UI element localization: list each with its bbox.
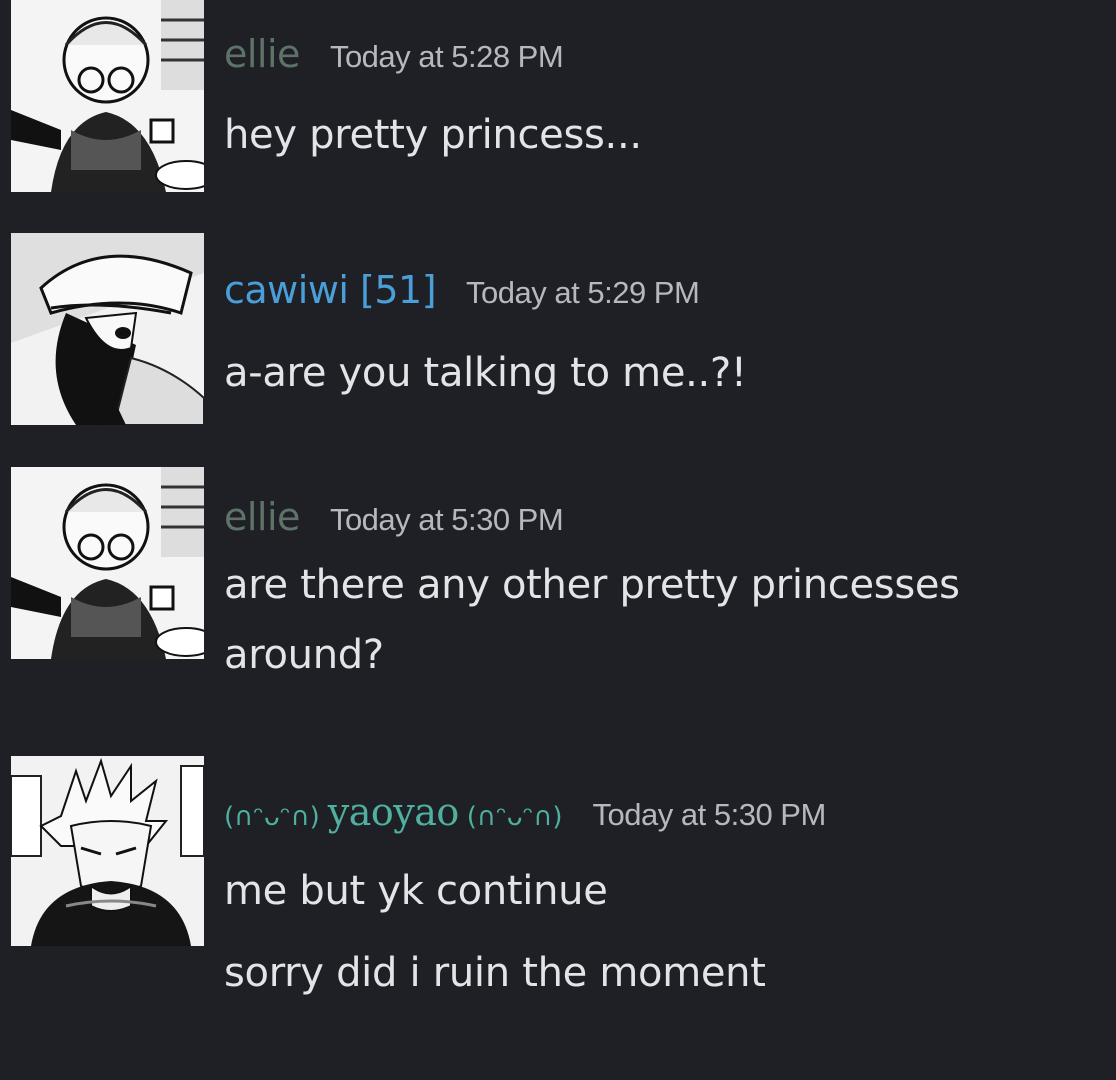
yaoyao-avatar[interactable]: [11, 756, 204, 946]
message-line: a-are you talking to me..?!: [224, 350, 747, 396]
username[interactable]: ellie: [224, 495, 300, 539]
cawiwi-avatar[interactable]: [11, 233, 204, 425]
username[interactable]: yaoyao: [328, 790, 460, 834]
timestamp: Today at 5:30 PM: [592, 797, 827, 832]
username-suffix-kaomoji: (∩ᵔᴗᵔ∩): [466, 802, 563, 832]
message-line: around?: [224, 632, 384, 678]
message-line: hey pretty princess...: [224, 112, 642, 158]
manga-character-spiky-hair-avatar: [11, 756, 204, 946]
message-header: cawiwi [51] Today at 5:29 PM: [224, 268, 700, 312]
message-header: ellie Today at 5:30 PM: [224, 495, 564, 539]
message-header: ellie Today at 5:28 PM: [224, 32, 564, 76]
message-header: (∩ᵔᴗᵔ∩) yaoyao (∩ᵔᴗᵔ∩) Today at 5:30 PM: [224, 790, 826, 834]
manga-character-with-glasses-avatar: [11, 467, 204, 659]
ellie-avatar[interactable]: [11, 467, 204, 659]
username-prefix-kaomoji: (∩ᵔᴗᵔ∩): [224, 802, 320, 832]
manga-character-with-glasses-avatar: [11, 0, 204, 192]
message-line: are there any other pretty princesses: [224, 562, 960, 608]
timestamp: Today at 5:30 PM: [329, 502, 564, 537]
message-line: sorry did i ruin the moment: [224, 950, 766, 996]
manga-character-with-cap-avatar: [11, 233, 204, 425]
username[interactable]: ellie: [224, 32, 300, 76]
timestamp: Today at 5:29 PM: [466, 275, 700, 310]
ellie-avatar[interactable]: [11, 0, 204, 192]
timestamp: Today at 5:28 PM: [329, 39, 564, 74]
username[interactable]: cawiwi [51]: [224, 268, 437, 312]
message-line: me but yk continue: [224, 868, 608, 914]
